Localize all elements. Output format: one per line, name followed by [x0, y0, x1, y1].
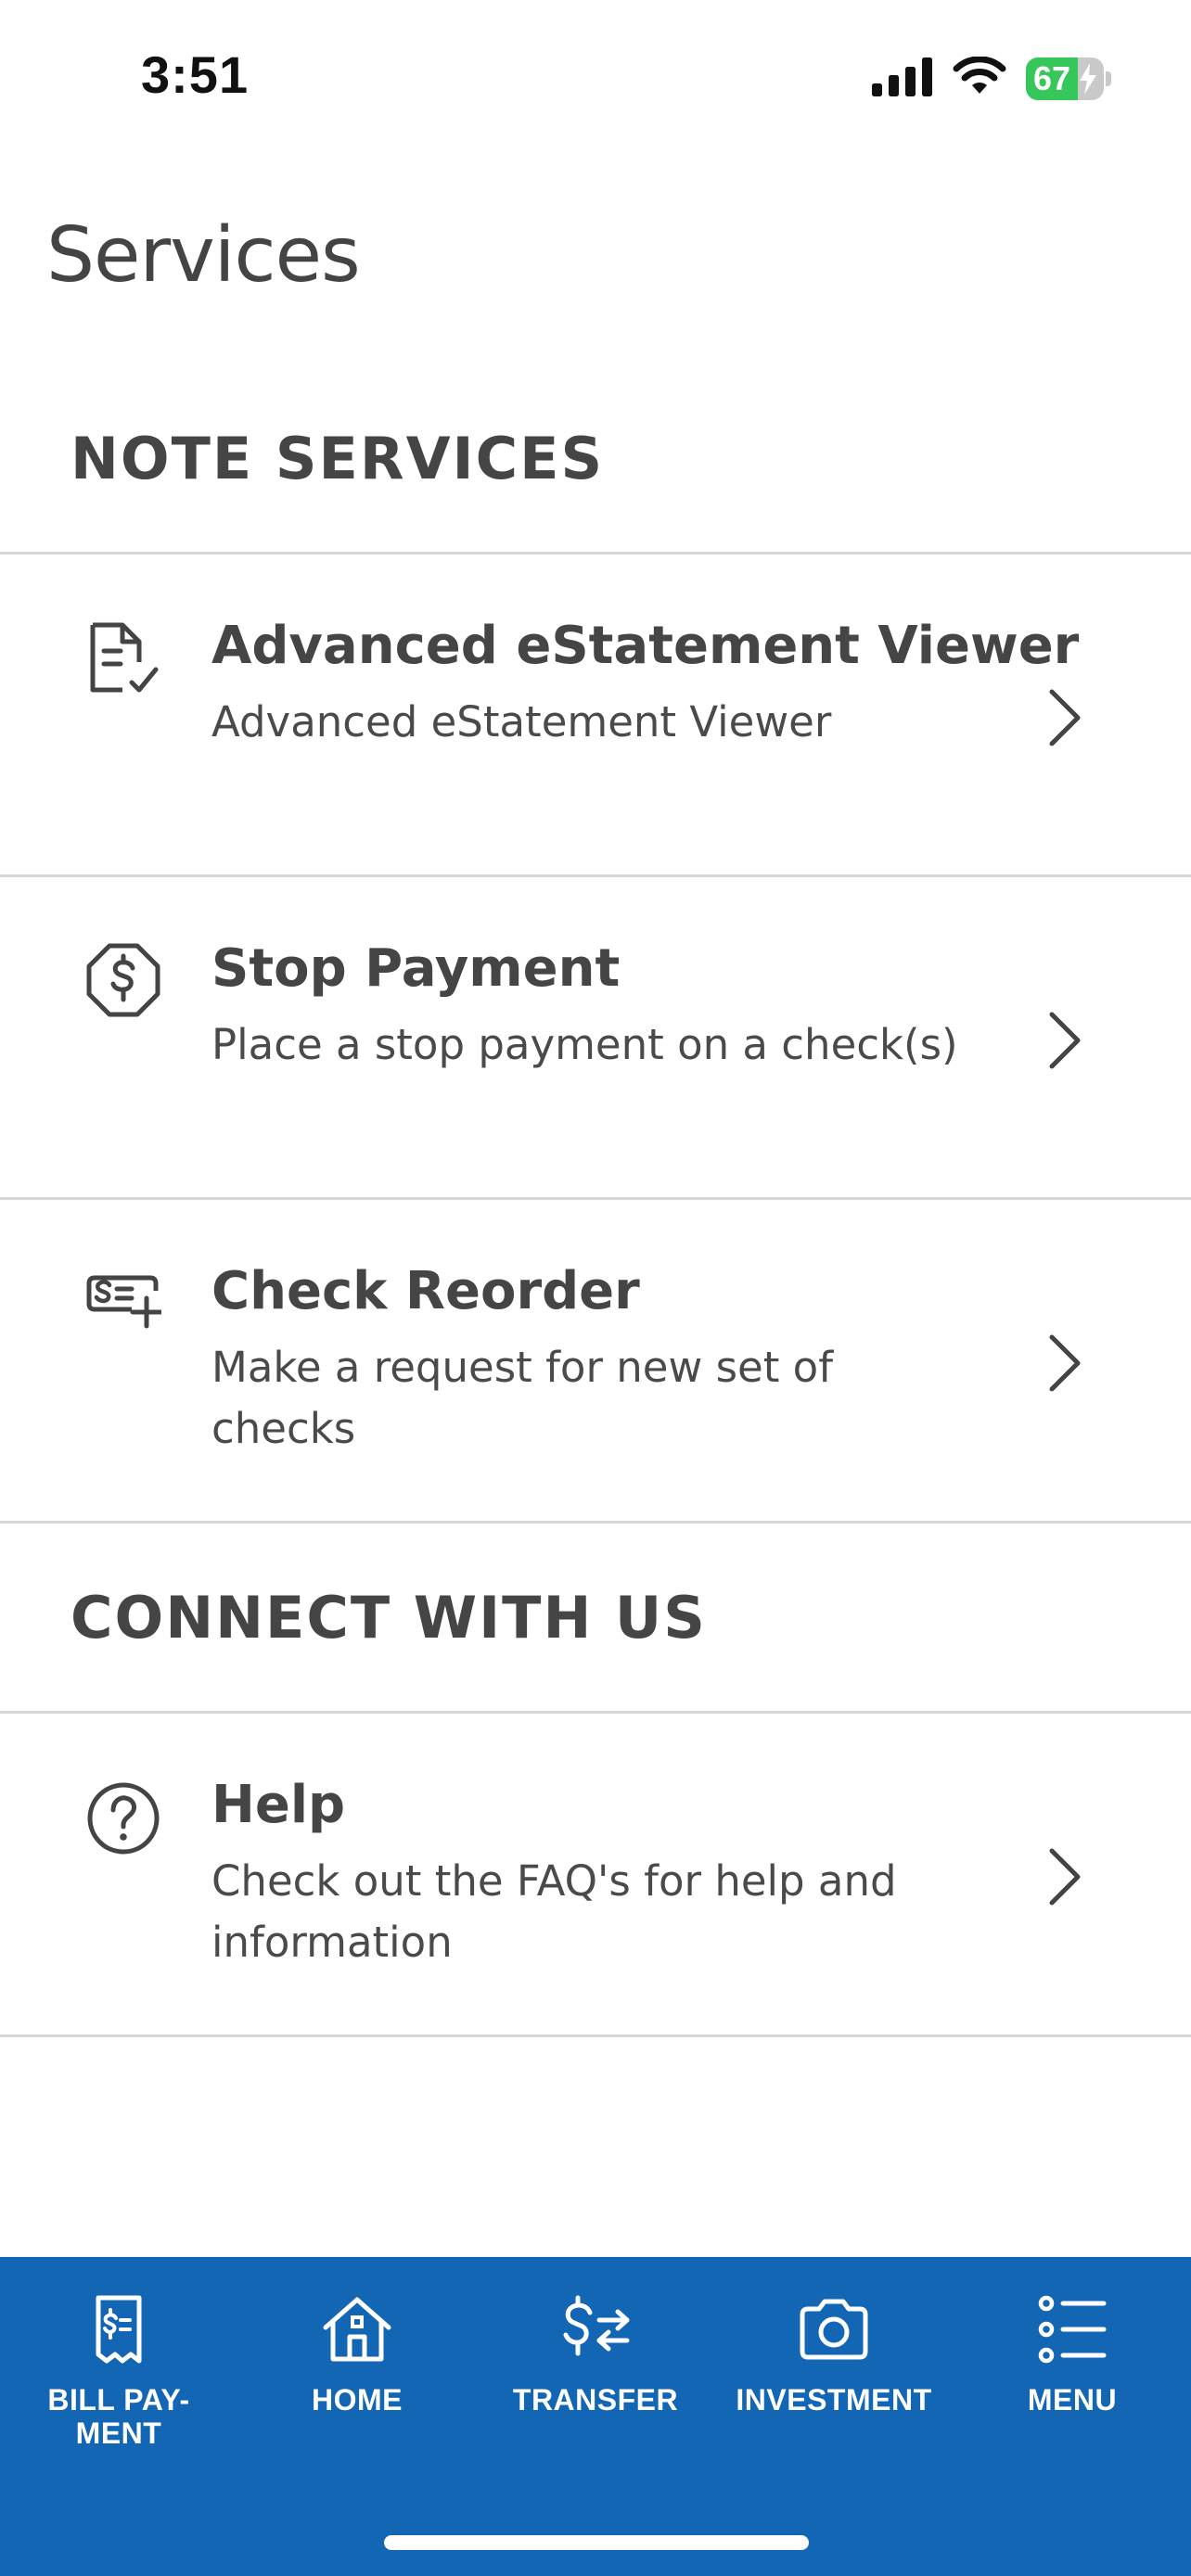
- nav-label: MENU: [1027, 2383, 1118, 2417]
- section-heading-note-services: NOTE SERVICES: [70, 425, 605, 492]
- service-row-advanced-estatement-viewer[interactable]: Advanced eStatement Viewer Advanced eSta…: [0, 555, 1191, 874]
- nav-item-bill-payment[interactable]: BILL PAY-MENT: [0, 2257, 237, 2470]
- chevron-right-icon: [1049, 1334, 1081, 1392]
- battery-icon: 67: [1026, 57, 1111, 100]
- nav-item-home[interactable]: HOME: [238, 2257, 476, 2470]
- bottom-nav: BILL PAY-MENT HOME TRANSFER INVESTMENT M…: [0, 2257, 1191, 2576]
- camera-icon: [800, 2299, 868, 2360]
- row-description: Check out the FAQ's for help and informa…: [211, 1856, 897, 1967]
- nav-item-transfer[interactable]: TRANSFER: [477, 2257, 714, 2470]
- row-title: Stop Payment: [211, 938, 621, 999]
- document-check-icon: [90, 622, 159, 693]
- nav-label: INVESTMENT: [736, 2383, 932, 2417]
- service-row-stop-payment[interactable]: Stop Payment Place a stop payment on a c…: [0, 877, 1191, 1196]
- service-row-check-reorder[interactable]: Check Reorder Make a request for new set…: [0, 1200, 1191, 1519]
- nav-item-menu[interactable]: MENU: [954, 2257, 1191, 2470]
- section-heading-connect-with-us: CONNECT WITH US: [70, 1584, 707, 1651]
- divider: [0, 2034, 1191, 2037]
- check-add-icon: [86, 1275, 161, 1329]
- home-icon: [323, 2297, 391, 2362]
- chevron-right-icon: [1049, 1848, 1081, 1906]
- help-circle-icon: [87, 1782, 160, 1855]
- cellular-signal-icon: [872, 57, 933, 101]
- transfer-icon: [563, 2295, 630, 2356]
- chevron-right-icon: [1049, 689, 1081, 746]
- status-icons: 67: [872, 55, 1111, 102]
- nav-item-investment[interactable]: INVESTMENT: [715, 2257, 953, 2470]
- row-title: Advanced eStatement Viewer: [211, 616, 1080, 676]
- stop-dollar-icon: [86, 943, 160, 1017]
- chevron-right-icon: [1049, 1012, 1081, 1069]
- home-indicator[interactable]: [384, 2535, 809, 2550]
- row-title: Help: [211, 1775, 346, 1835]
- charging-bolt-icon: [1080, 63, 1096, 95]
- service-row-help[interactable]: Help Check out the FAQ's for help and in…: [0, 1714, 1191, 2034]
- bill-receipt-icon: [96, 2295, 142, 2364]
- page-title: Services: [46, 211, 361, 300]
- nav-label: TRANSFER: [512, 2383, 679, 2417]
- row-description: Place a stop payment on a check(s): [211, 1020, 958, 1069]
- status-time: 3:51: [141, 45, 250, 104]
- row-description: Advanced eStatement Viewer: [211, 697, 832, 746]
- nav-label: BILL PAY-MENT: [47, 2383, 190, 2450]
- row-title: Check Reorder: [211, 1261, 640, 1321]
- row-description: Make a request for new set of checks: [211, 1343, 834, 1453]
- menu-list-icon: [1038, 2295, 1107, 2364]
- nav-label: HOME: [312, 2383, 403, 2417]
- status-bar: 3:51 67: [0, 0, 1191, 158]
- divider: [0, 1521, 1191, 1524]
- wifi-icon: [952, 55, 1007, 102]
